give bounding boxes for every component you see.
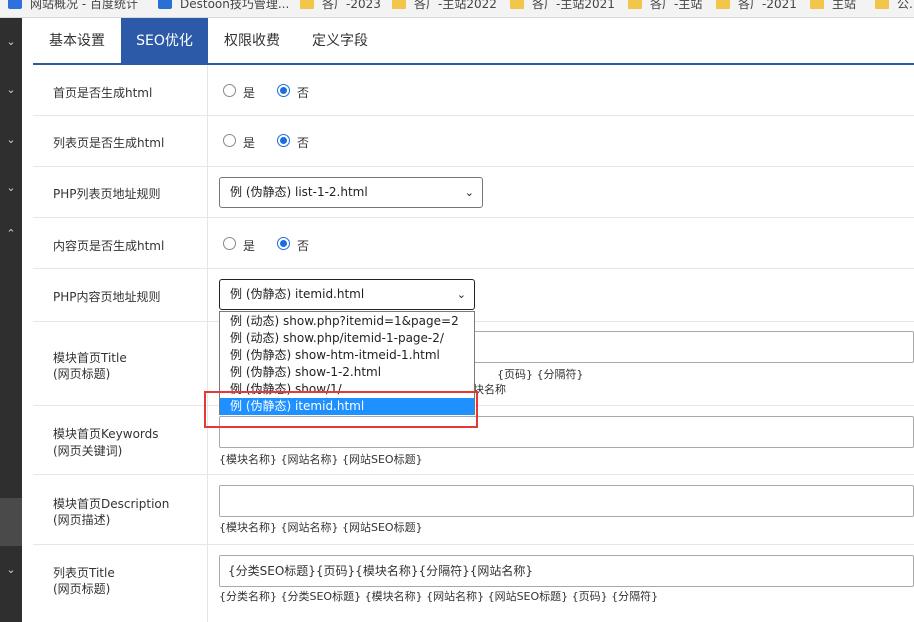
row-module-keywords: 模块首页Keywords (网页关键词) {模块名称} {网站名称} {网站SE… — [33, 406, 914, 475]
row-label: 模块首页Title — [53, 351, 127, 365]
row-sublabel: (网页标题) — [53, 582, 111, 596]
row-label: PHP列表页地址规则 — [53, 187, 161, 201]
chevron-down-icon[interactable]: ⌄ — [0, 180, 22, 196]
row-label-cell: 列表页是否生成html — [33, 116, 208, 166]
radio-yes-label: 是 — [243, 86, 256, 100]
radio-yes-label: 是 — [243, 239, 256, 253]
row-list-html: 列表页是否生成html 是 否 — [33, 116, 914, 167]
select-value: 例 (伪静态) list-1-2.html — [230, 185, 368, 199]
row-label-cell: 模块首页Description (网页描述) — [33, 475, 208, 544]
row-label-cell: 模块首页Title (网页标题) — [33, 322, 208, 405]
bookmark-folder[interactable]: 各厂-2023 — [300, 0, 381, 11]
row-content-html: 内容页是否生成html 是 否 — [33, 218, 914, 269]
row-label: 列表页Title — [53, 566, 115, 580]
list-url-rule-select[interactable]: 例 (伪静态) list-1-2.html ⌄ — [219, 177, 483, 208]
bookmark-folder[interactable]: 各厂-主站2022 — [392, 0, 497, 11]
module-title-hint-2: 块名称 — [473, 383, 506, 396]
row-label: 模块首页Keywords — [53, 427, 159, 441]
bookmark-folder[interactable]: 各厂-主站2021 — [510, 0, 615, 11]
tab-seo[interactable]: SEO优化 — [121, 18, 208, 63]
row-label-cell: 内容页是否生成html — [33, 218, 208, 268]
row-label: 模块首页Description — [53, 497, 170, 511]
sidebar: ⌄ ⌄ ⌄ ⌄ ⌃ ⌄ — [0, 18, 22, 622]
bookmark-folder[interactable]: 公... — [875, 0, 914, 11]
row-label: 首页是否生成html — [53, 86, 153, 100]
row-label-cell: 模块首页Keywords (网页关键词) — [33, 406, 208, 474]
radio-yes[interactable] — [223, 134, 236, 147]
module-keywords-input[interactable] — [219, 416, 914, 448]
row-sublabel: (网页关键词) — [53, 444, 123, 458]
tab-permission-fees[interactable]: 权限收费 — [208, 18, 296, 63]
bookmark-folder[interactable]: 各厂-2021 — [716, 0, 797, 11]
baidu-icon — [8, 0, 22, 9]
row-label-cell: PHP列表页地址规则 — [33, 167, 208, 217]
row-list-title: 列表页Title (网页标题) {分类SEO标题}{页码}{模块名称}{分隔符}… — [33, 545, 914, 622]
folder-icon — [875, 0, 889, 9]
dropdown-option-selected[interactable]: 例 (伪静态) itemid.html — [220, 398, 474, 415]
radio-yes[interactable] — [223, 84, 236, 97]
radio-no-label: 否 — [297, 239, 310, 253]
row-label: PHP内容页地址规则 — [53, 290, 161, 304]
x-icon — [158, 0, 172, 9]
dropdown-option[interactable]: 例 (动态) show.php?itemid=1&page=2 — [220, 313, 474, 330]
module-description-input[interactable] — [219, 485, 914, 517]
chevron-down-icon[interactable]: ⌄ — [0, 82, 22, 98]
list-title-hint: {分类名称} {分类SEO标题} {模块名称} {网站名称} {网站SEO标题}… — [219, 590, 659, 603]
row-label: 列表页是否生成html — [53, 136, 165, 150]
tab-basic-settings[interactable]: 基本设置 — [33, 18, 121, 63]
bookmark-baidu-tongji[interactable]: 网站概况 - 百度统计 — [8, 0, 138, 11]
select-value: 例 (伪静态) itemid.html — [230, 287, 365, 301]
bookmark-destoon[interactable]: Destoon技巧管理... — [158, 0, 289, 11]
dropdown-option[interactable]: 例 (伪静态) show/1/ — [220, 381, 474, 398]
dropdown-option[interactable]: 例 (伪静态) show-htm-itmeid-1.html — [220, 347, 474, 364]
chevron-down-icon[interactable]: ⌄ — [0, 34, 22, 50]
row-label-cell: PHP内容页地址规则 — [33, 269, 208, 321]
module-keywords-hint: {模块名称} {网站名称} {网站SEO标题} — [219, 453, 423, 466]
row-php-list-rule: PHP列表页地址规则 例 (伪静态) list-1-2.html ⌄ — [33, 167, 914, 218]
chevron-up-icon[interactable]: ⌃ — [0, 226, 22, 242]
content-url-rule-dropdown: 例 (动态) show.php?itemid=1&page=2 例 (动态) s… — [219, 311, 475, 415]
bookmarks-bar: 网站概况 - 百度统计 Destoon技巧管理... 各厂-2023 各厂-主站… — [0, 0, 914, 18]
folder-icon — [510, 0, 524, 9]
list-title-input[interactable]: {分类SEO标题}{页码}{模块名称}{分隔符}{网站名称} — [219, 555, 914, 587]
module-title-hint: {页码} {分隔符} — [497, 368, 584, 381]
row-index-html: 首页是否生成html 是 否 — [33, 65, 914, 116]
dropdown-option[interactable]: 例 (伪静态) show-1-2.html — [220, 364, 474, 381]
folder-icon — [628, 0, 642, 9]
radio-no[interactable] — [277, 237, 290, 250]
folder-icon — [392, 0, 406, 9]
row-module-description: 模块首页Description (网页描述) {模块名称} {网站名称} {网站… — [33, 475, 914, 545]
bookmark-folder[interactable]: 各厂-主站 — [628, 0, 702, 11]
folder-icon — [810, 0, 824, 9]
row-label-cell: 首页是否生成html — [33, 65, 208, 115]
radio-yes[interactable] — [223, 237, 236, 250]
content-url-rule-select[interactable]: 例 (伪静态) itemid.html ⌄ — [219, 279, 475, 310]
chevron-down-icon[interactable]: ⌄ — [0, 132, 22, 148]
module-description-hint: {模块名称} {网站名称} {网站SEO标题} — [219, 521, 423, 534]
radio-no[interactable] — [277, 134, 290, 147]
radio-yes-label: 是 — [243, 136, 256, 150]
radio-no[interactable] — [277, 84, 290, 97]
tab-bar: 基本设置 SEO优化 权限收费 定义字段 — [33, 18, 914, 65]
radio-no-label: 否 — [297, 136, 310, 150]
row-sublabel: (网页标题) — [53, 367, 111, 381]
row-label-cell: 列表页Title (网页标题) — [33, 545, 208, 622]
folder-icon — [716, 0, 730, 9]
row-label: 内容页是否生成html — [53, 239, 165, 253]
tab-custom-fields[interactable]: 定义字段 — [296, 18, 384, 63]
radio-no-label: 否 — [297, 86, 310, 100]
chevron-down-icon: ⌄ — [456, 288, 466, 301]
chevron-down-icon[interactable]: ⌄ — [0, 562, 22, 578]
sidebar-active-item[interactable] — [0, 498, 22, 546]
row-sublabel: (网页描述) — [53, 513, 111, 527]
dropdown-option[interactable]: 例 (动态) show.php/itemid-1-page-2/ — [220, 330, 474, 347]
chevron-down-icon: ⌄ — [464, 186, 474, 199]
folder-icon — [300, 0, 314, 9]
bookmark-folder[interactable]: 主站 — [810, 0, 856, 11]
